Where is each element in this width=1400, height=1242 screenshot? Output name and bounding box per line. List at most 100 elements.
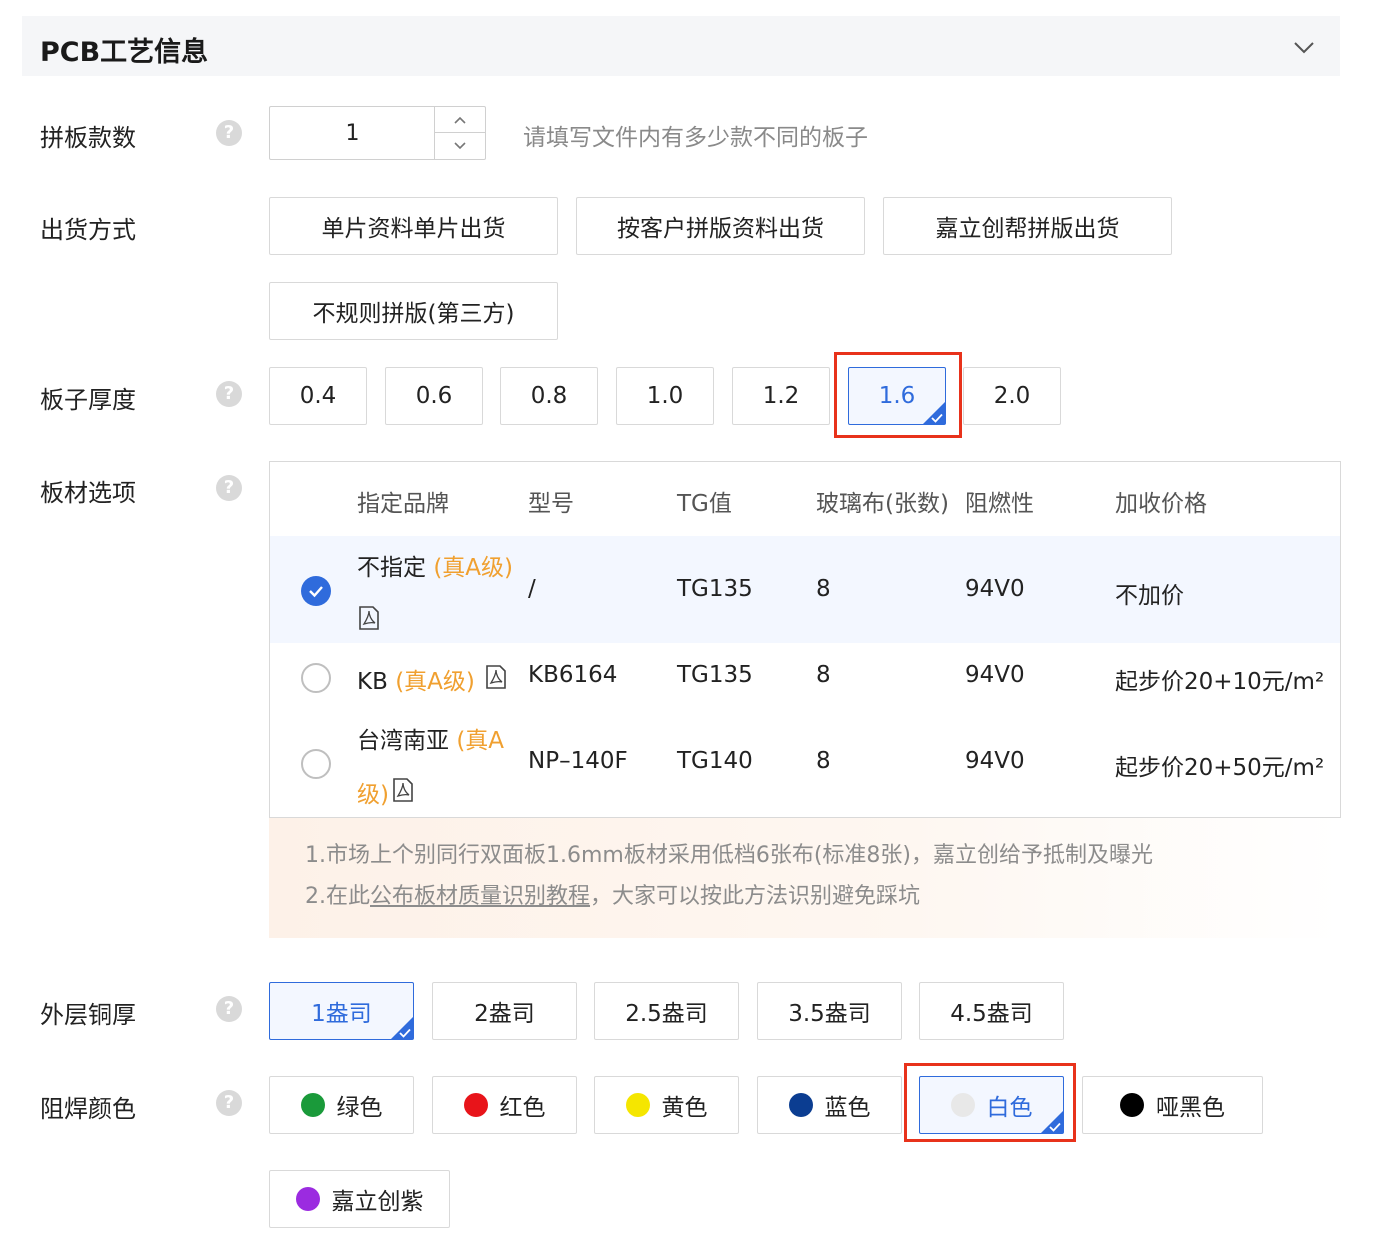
- model-cell: NP–140F: [528, 748, 628, 774]
- pdf-icon[interactable]: [392, 778, 414, 802]
- notice-line-2-prefix: 2.在此: [305, 884, 370, 909]
- copper-option[interactable]: 3.5盎司: [757, 982, 902, 1040]
- thickness-option[interactable]: 1.0: [616, 367, 714, 425]
- panel-count-label: 拼板款数: [40, 124, 136, 152]
- brand-name: 不指定: [357, 555, 426, 581]
- flame-cell: 94V0: [965, 662, 1025, 688]
- radio-button[interactable]: [301, 663, 331, 693]
- glass-cell: 8: [816, 748, 831, 774]
- material-notice: 1.市场上个别同行双面板1.6mm板材采用低档6张布(标准8张)，嘉立创给予抵制…: [269, 818, 1341, 938]
- help-icon[interactable]: ?: [216, 120, 242, 146]
- material-table: 指定品牌 型号 TG值 玻璃布(张数) 阻燃性 加收价格 不指定 (真A级) /…: [269, 461, 1341, 818]
- tutorial-link[interactable]: 公布板材质量识别教程: [370, 884, 590, 909]
- pdf-icon[interactable]: [485, 665, 507, 689]
- price-cell: 不加价: [1115, 583, 1184, 609]
- notice-line-1: 1.市场上个别同行双面板1.6mm板材采用低档6张布(标准8张)，嘉立创给予抵制…: [305, 843, 1154, 868]
- color-label: 红色: [499, 1095, 546, 1121]
- color-label: 黄色: [661, 1095, 708, 1121]
- copper-option-selected[interactable]: 1盎司: [269, 982, 414, 1040]
- shipping-option[interactable]: 按客户拼版资料出货: [576, 197, 865, 255]
- stepper-buttons: [434, 107, 485, 159]
- help-icon[interactable]: ?: [216, 1090, 242, 1116]
- shipping-option[interactable]: 单片资料单片出货: [269, 197, 558, 255]
- panel-count-input[interactable]: [270, 107, 435, 159]
- color-label: 哑黑色: [1156, 1095, 1225, 1121]
- copper-label: 外层铜厚: [40, 1001, 136, 1029]
- color-swatch: [295, 1187, 320, 1211]
- panel-count-hint: 请填写文件内有多少款不同的板子: [523, 125, 868, 151]
- color-swatch: [625, 1093, 650, 1117]
- copper-option[interactable]: 2.5盎司: [594, 982, 739, 1040]
- brand-name: 台湾南亚: [357, 728, 449, 754]
- increment-button[interactable]: [435, 107, 485, 133]
- color-option-red[interactable]: 红色: [432, 1076, 577, 1134]
- decrement-button[interactable]: [435, 133, 485, 159]
- tg-cell: TG135: [677, 662, 753, 688]
- color-label: 绿色: [336, 1095, 383, 1121]
- grade-tag: (真A级): [395, 669, 475, 695]
- brand-cell: 台湾南亚 (真A: [357, 721, 504, 755]
- section-title: PCB工艺信息: [40, 37, 209, 68]
- brand-name: KB: [357, 669, 388, 695]
- check-icon: [1049, 1122, 1061, 1132]
- grade-tag: (真A: [456, 728, 505, 754]
- shipping-option[interactable]: 嘉立创帮拼版出货: [883, 197, 1172, 255]
- model-cell: /: [528, 576, 536, 602]
- thickness-label: 板子厚度: [40, 386, 136, 414]
- section-header[interactable]: PCB工艺信息: [22, 16, 1340, 76]
- color-swatch: [463, 1093, 488, 1117]
- copper-option-label: 1盎司: [311, 1001, 372, 1027]
- thickness-option[interactable]: 1.2: [732, 367, 830, 425]
- help-icon[interactable]: ?: [216, 996, 242, 1022]
- color-label: 嘉立创紫: [331, 1189, 424, 1215]
- price-cell: 起步价20+10元/m²: [1115, 669, 1325, 695]
- glass-cell: 8: [816, 576, 831, 602]
- grade-tag: 级): [357, 782, 389, 808]
- notice-line-2-suffix: ，大家可以按此方法识别避免踩坑: [590, 884, 921, 909]
- color-swatch: [1120, 1093, 1144, 1117]
- model-cell: KB6164: [528, 662, 618, 688]
- col-header-brand: 指定品牌: [357, 491, 449, 517]
- table-row[interactable]: 不指定 (真A级) / TG135 8 94V0 不加价: [270, 536, 1340, 643]
- copper-option[interactable]: 2盎司: [432, 982, 577, 1040]
- color-option-green[interactable]: 绿色: [269, 1076, 414, 1134]
- color-option-blue[interactable]: 蓝色: [757, 1076, 902, 1134]
- color-option-matte-black[interactable]: 哑黑色: [1082, 1076, 1263, 1134]
- check-icon: [399, 1028, 411, 1038]
- color-swatch: [300, 1093, 325, 1117]
- radio-selected[interactable]: [301, 576, 331, 606]
- color-option-yellow[interactable]: 黄色: [594, 1076, 739, 1134]
- brand-cell: KB (真A级): [357, 662, 475, 696]
- notice-line-2: 2.在此公布板材质量识别教程，大家可以按此方法识别避免踩坑: [305, 878, 920, 910]
- price-cell: 起步价20+50元/m²: [1115, 755, 1325, 781]
- help-icon[interactable]: ?: [216, 381, 242, 407]
- color-label: 蓝色: [824, 1095, 871, 1121]
- radio-button[interactable]: [301, 749, 331, 779]
- thickness-option[interactable]: 0.4: [269, 367, 367, 425]
- shipping-option[interactable]: 不规则拼版(第三方): [269, 282, 558, 340]
- highlight-box: [834, 352, 962, 438]
- table-row[interactable]: 台湾南亚 (真A 级) NP–140F TG140 8 94V0 起步价20+5…: [270, 709, 1340, 817]
- chevron-down-icon[interactable]: [1292, 35, 1316, 59]
- help-icon[interactable]: ?: [216, 475, 242, 501]
- check-icon: [931, 413, 943, 423]
- col-header-flame: 阻燃性: [965, 491, 1034, 517]
- flame-cell: 94V0: [965, 748, 1025, 774]
- panel-count-stepper[interactable]: [269, 106, 486, 160]
- thickness-option[interactable]: 0.8: [500, 367, 598, 425]
- thickness-option[interactable]: 2.0: [963, 367, 1061, 425]
- col-header-tg: TG值: [677, 491, 732, 517]
- chevron-down-icon: [454, 142, 466, 150]
- table-row[interactable]: KB (真A级) KB6164 TG135 8 94V0 起步价20+10元/m…: [270, 643, 1340, 709]
- brand-cell: 不指定 (真A级): [357, 548, 513, 582]
- grade-tag: (真A级): [433, 555, 513, 581]
- color-option-purple[interactable]: 嘉立创紫: [269, 1170, 450, 1228]
- pdf-icon[interactable]: [358, 606, 380, 630]
- flame-cell: 94V0: [965, 576, 1025, 602]
- copper-option[interactable]: 4.5盎司: [919, 982, 1064, 1040]
- brand-cell-cont: 级): [357, 775, 389, 809]
- thickness-option[interactable]: 0.6: [385, 367, 483, 425]
- col-header-glass: 玻璃布(张数): [816, 491, 949, 517]
- col-header-price: 加收价格: [1115, 491, 1207, 517]
- color-swatch: [788, 1093, 813, 1117]
